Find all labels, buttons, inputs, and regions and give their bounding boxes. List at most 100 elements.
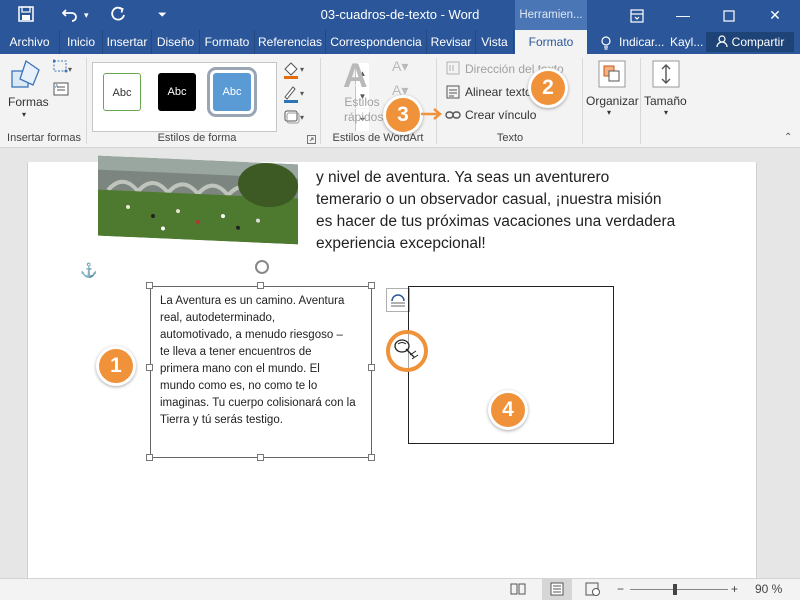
shape-style-black[interactable]: Abc	[158, 73, 196, 111]
resize-handle[interactable]	[146, 454, 153, 461]
shapes-label[interactable]: Formas	[8, 95, 49, 109]
zoom-out-button[interactable]: −	[617, 582, 624, 596]
resize-handle[interactable]	[146, 282, 153, 289]
shape-style-blue[interactable]: Abc	[207, 67, 257, 117]
create-link-label[interactable]: Crear vínculo	[465, 108, 536, 122]
ribbon-display-options-icon[interactable]	[620, 0, 654, 30]
tab-referencias[interactable]: Referencias	[255, 30, 326, 54]
zoom-in-button[interactable]: +	[731, 582, 738, 596]
arrange-dropdown-icon[interactable]: ▾	[607, 108, 611, 117]
paragraph-line: es hacer de tus próximas vacaciones una …	[316, 213, 676, 230]
arrange-label[interactable]: Organizar	[586, 94, 639, 108]
close-button[interactable]: ✕	[758, 0, 792, 30]
callout-4: 4	[488, 390, 528, 430]
resize-handle[interactable]	[368, 282, 375, 289]
resize-handle[interactable]	[368, 364, 375, 371]
align-text-label[interactable]: Alinear texto	[465, 85, 532, 99]
svg-text:▾: ▾	[68, 65, 72, 74]
shape-fill-icon[interactable]: ▾	[282, 60, 308, 83]
size-dropdown-icon[interactable]: ▾	[664, 108, 668, 117]
park-photo[interactable]	[98, 155, 298, 245]
minimize-button[interactable]: —	[666, 0, 700, 30]
tab-insertar[interactable]: Insertar	[103, 30, 152, 54]
title-bar: ▾ ⏷ 03-cuadros-de-texto - Word Herramien…	[0, 0, 800, 30]
size-label[interactable]: Tamaño	[644, 94, 687, 108]
tab-correspondencia[interactable]: Correspondencia	[326, 30, 427, 54]
text-box-line: La Aventura es un camino. Aventura	[160, 295, 345, 307]
text-fill-icon[interactable]: A▾	[392, 58, 408, 75]
tab-archivo[interactable]: Archivo	[0, 30, 60, 54]
group-separator	[320, 58, 321, 144]
shape-style-outline[interactable]: Abc	[103, 73, 141, 111]
group-separator	[582, 58, 583, 144]
tell-me-icon[interactable]	[600, 30, 612, 54]
size-icon[interactable]	[652, 60, 680, 91]
ribbon-tab-row: Archivo Inicio Insertar Diseño Formato R…	[0, 30, 800, 55]
text-box-line: imaginas. Tu cuerpo colisionará con la	[160, 397, 356, 409]
resize-handle[interactable]	[368, 454, 375, 461]
resize-handle[interactable]	[257, 282, 264, 289]
callout-3: 3	[383, 95, 423, 135]
undo-dropdown-icon[interactable]: ▾	[84, 6, 89, 24]
tab-vista[interactable]: Vista	[476, 30, 514, 54]
group-separator	[436, 58, 437, 144]
shape-styles-gallery: Abc Abc Abc ▲ ▼ ⏷	[92, 62, 369, 132]
web-layout-icon[interactable]	[585, 582, 601, 599]
maximize-button[interactable]	[712, 0, 746, 30]
group-separator	[86, 58, 87, 144]
paragraph-line: y nivel de aventura. Ya seas un aventure…	[316, 169, 610, 186]
link-pitcher-cursor-icon	[392, 337, 422, 366]
svg-text:▾: ▾	[300, 113, 304, 122]
tab-formato-drawing[interactable]: Formato	[515, 30, 587, 55]
undo-icon[interactable]	[61, 6, 78, 26]
zoom-slider-thumb[interactable]	[673, 584, 677, 595]
body-paragraph[interactable]: y nivel de aventura. Ya seas un aventure…	[316, 167, 696, 255]
tab-inicio[interactable]: Inicio	[60, 30, 103, 54]
group-shape-styles-label: Estilos de forma	[157, 132, 237, 144]
wordart-styles-icon[interactable]: A	[343, 58, 368, 94]
text-box-line: real, autodeterminado,	[160, 312, 276, 324]
collapse-ribbon-icon[interactable]: ⌃	[784, 132, 792, 143]
layout-options-icon	[391, 294, 405, 307]
park-photo-image	[98, 155, 298, 245]
tab-revisar[interactable]: Revisar	[427, 30, 476, 54]
text-box-selected[interactable]: La Aventura es un camino. Aventura real,…	[150, 286, 372, 458]
layout-options-button[interactable]	[386, 288, 410, 312]
shape-styles-launcher-icon[interactable]	[307, 133, 316, 147]
text-box-line: mundo como es, no como te lo	[160, 380, 318, 392]
tell-me-input[interactable]: Indicar...	[619, 30, 664, 54]
resize-handle[interactable]	[257, 454, 264, 461]
share-button[interactable]: Compartir	[706, 32, 794, 52]
document-page[interactable]: y nivel de aventura. Ya seas un aventure…	[27, 155, 757, 578]
customize-toolbar-icon[interactable]: ⏷	[158, 6, 167, 24]
print-layout-icon[interactable]	[542, 579, 572, 600]
text-direction-icon[interactable]	[446, 61, 460, 78]
shape-effects-icon[interactable]: ▾	[282, 108, 308, 129]
user-name[interactable]: Kayl...	[670, 30, 703, 54]
save-icon[interactable]	[18, 6, 34, 26]
zoom-level[interactable]: 90 %	[755, 582, 782, 596]
tab-diseno[interactable]: Diseño	[152, 30, 200, 54]
document-area: y nivel de aventura. Ya seas un aventure…	[0, 148, 800, 578]
document-title: 03-cuadros-de-texto - Word	[320, 7, 480, 22]
text-box-icon[interactable]: A	[53, 82, 69, 99]
text-box-content[interactable]: La Aventura es un camino. Aventura real,…	[160, 293, 370, 429]
shape-outline-icon[interactable]: ▾	[282, 84, 308, 107]
anchor-icon[interactable]: ⚓	[80, 262, 97, 279]
wordart-quick-styles-label[interactable]: Estilos rápidos	[344, 95, 383, 125]
share-label: Compartir	[731, 35, 785, 49]
shapes-dropdown-icon[interactable]: ▾	[22, 110, 26, 119]
arrange-icon[interactable]	[598, 60, 626, 91]
person-icon	[716, 33, 728, 53]
read-mode-icon[interactable]	[510, 582, 526, 599]
tab-formato-layout[interactable]: Formato	[200, 30, 255, 54]
link-icon[interactable]	[445, 109, 461, 124]
align-text-icon[interactable]	[446, 85, 460, 102]
redo-icon[interactable]	[110, 6, 126, 26]
resize-handle[interactable]	[146, 364, 153, 371]
zoom-slider-track[interactable]	[630, 589, 728, 590]
shapes-icon[interactable]	[10, 59, 42, 94]
rotate-handle-icon[interactable]	[255, 260, 269, 274]
edit-shape-icon[interactable]: ▾	[52, 59, 77, 78]
svg-text:▾: ▾	[300, 89, 304, 98]
